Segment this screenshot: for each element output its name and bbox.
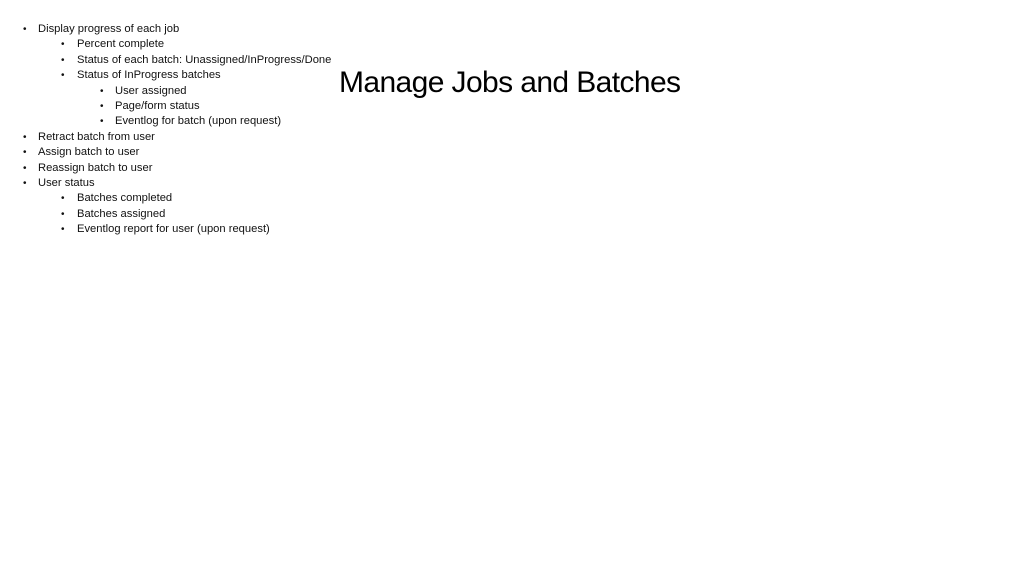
- bullet-text: Batches completed: [77, 192, 173, 205]
- bullet-icon: •: [100, 116, 104, 128]
- bullet-icon: •: [23, 131, 27, 143]
- bullet-text: Batches assigned: [77, 207, 166, 220]
- bullet-icon: •: [61, 70, 65, 82]
- bullet-text: Status of each batch: Unassigned/InProgr…: [77, 53, 332, 66]
- bullet-text: User assigned: [115, 84, 187, 97]
- bullet-icon: •: [23, 24, 27, 35]
- bullet-icon: •: [61, 54, 65, 66]
- bullet-text: Eventlog report for user (upon request): [77, 223, 270, 236]
- bullet-icon: •: [100, 101, 104, 112]
- bullet-text: Reassign batch to user: [38, 161, 153, 174]
- bullet-text: Retract batch from user: [38, 130, 155, 143]
- bullet-text: Page/form status: [115, 100, 200, 112]
- bullet-text: Display progress of each job: [38, 23, 180, 35]
- bullet-text: Status of InProgress batches: [77, 69, 221, 82]
- bullet-text: Eventlog for batch (upon request): [115, 115, 282, 128]
- bullet-text: Assign batch to user: [38, 146, 140, 159]
- slide-title: Manage Jobs and Batches: [339, 66, 681, 99]
- bullet-icon: •: [100, 85, 104, 97]
- bullet-icon: •: [61, 39, 65, 51]
- bullet-icon: •: [23, 178, 27, 189]
- bullet-text: User status: [38, 177, 95, 189]
- bullet-icon: •: [61, 193, 65, 205]
- bullet-icon: •: [61, 224, 65, 236]
- bullet-icon: •: [23, 147, 27, 159]
- bullet-icon: •: [23, 162, 27, 174]
- bullet-text: Percent complete: [77, 38, 165, 51]
- bullet-icon: •: [61, 208, 65, 220]
